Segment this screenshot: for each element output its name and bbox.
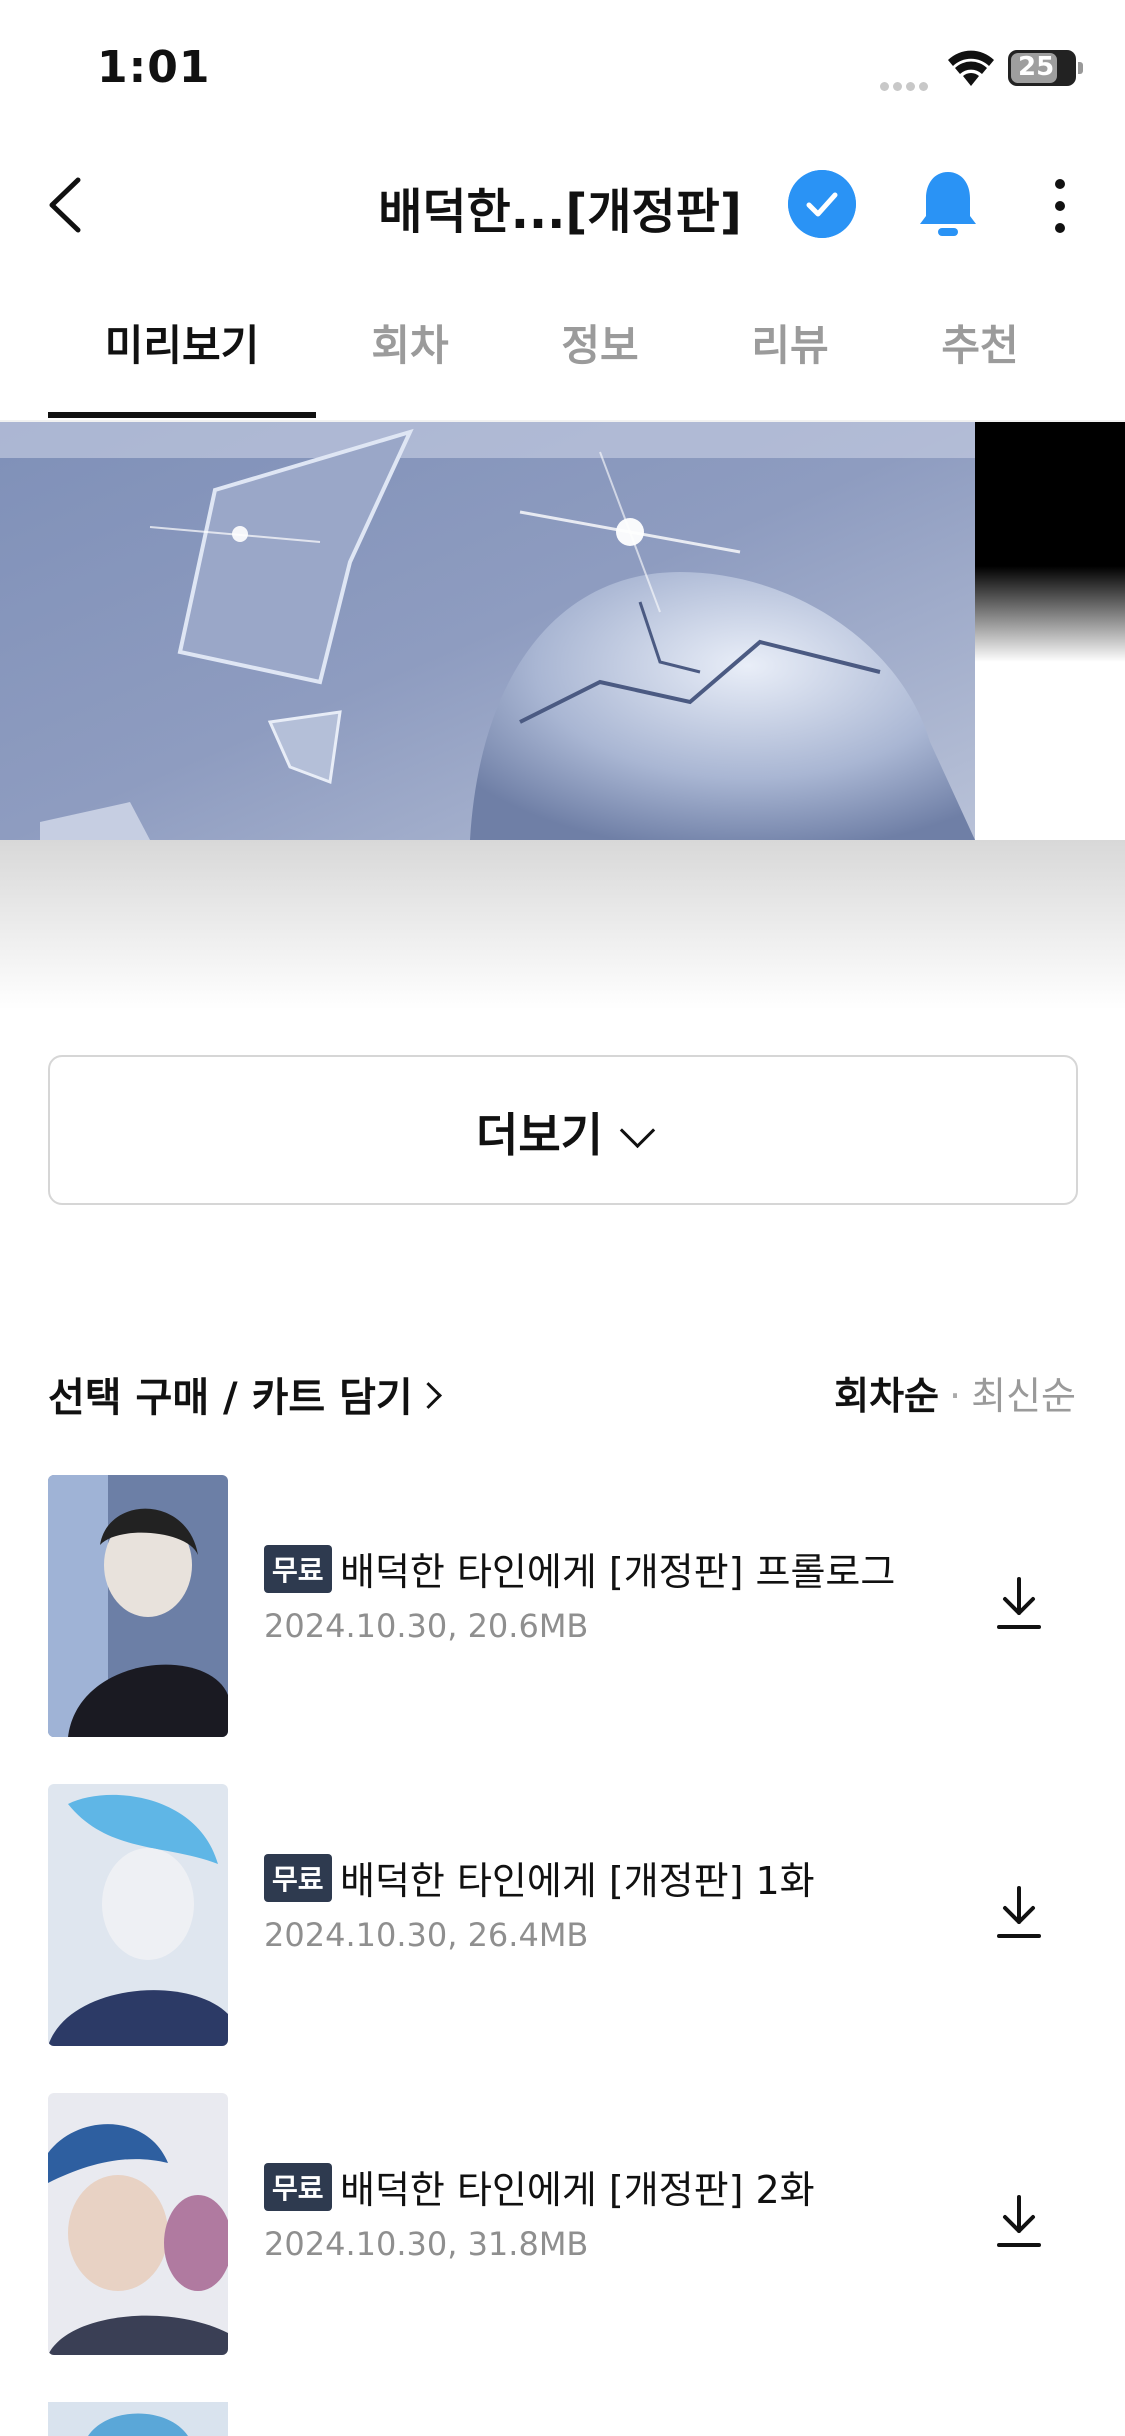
episode-title: 배덕한 타인에게 [개정판] 1화: [340, 1859, 815, 1903]
list-item[interactable]: 무료 배덕한 타인에게 [개정판] 2화 2024.10.30, 31.8MB: [48, 2093, 1078, 2355]
preview-edge: [975, 422, 1125, 662]
tab-info[interactable]: 정보: [540, 312, 660, 373]
wifi-icon: [948, 50, 994, 86]
episode-thumbnail: [48, 1475, 228, 1737]
sort-by-latest[interactable]: 최신순: [971, 1374, 1076, 1418]
check-circle-icon[interactable]: [788, 170, 856, 238]
status-time: 1:01: [97, 42, 211, 93]
episode-thumbnail: [48, 1784, 228, 2046]
episode-meta: 2024.10.30, 26.4MB: [264, 1916, 589, 1954]
sort-separator: ·: [949, 1374, 962, 1418]
tab-active-indicator: [48, 412, 316, 418]
back-icon[interactable]: [40, 170, 100, 240]
download-icon[interactable]: [994, 2193, 1044, 2249]
download-icon[interactable]: [994, 1884, 1044, 1940]
preview-image: [0, 422, 1125, 1010]
page-title: 배덕한...[개정판]: [378, 184, 742, 240]
list-item[interactable]: 무료 배덕한 타인에게 [개정판] 프롤로그 2024.10.30, 20.6M…: [48, 1475, 1078, 1737]
tab-recommend[interactable]: 추천: [920, 312, 1040, 373]
status-bar: 1:01 25: [0, 0, 1125, 140]
preview-artwork: [0, 422, 975, 840]
preview-fade: [0, 840, 1125, 1010]
episode-thumbnail: [48, 2093, 228, 2355]
chevron-down-icon: [619, 1112, 656, 1149]
episode-title: 배덕한 타인에게 [개정판] 2화: [340, 2168, 815, 2212]
episode-meta: 2024.10.30, 20.6MB: [264, 1607, 589, 1645]
tab-reviews[interactable]: 리뷰: [730, 312, 850, 373]
episode-list-header: 선택 구매 / 카트 담기 회차순 · 최신순: [48, 1365, 1076, 1425]
signal-icon: [880, 76, 934, 91]
bell-icon[interactable]: [916, 168, 980, 240]
tab-preview[interactable]: 미리보기: [48, 312, 316, 373]
chevron-right-icon: [414, 1382, 442, 1409]
episode-thumbnail-partial: [48, 2402, 228, 2436]
battery-icon: 25: [1008, 50, 1076, 86]
tab-episodes[interactable]: 회차: [350, 312, 470, 373]
more-vertical-icon[interactable]: [1040, 170, 1080, 242]
sort-by-episode[interactable]: 회차순: [834, 1374, 939, 1418]
more-button-label: 더보기: [476, 1108, 603, 1162]
more-button[interactable]: 더보기: [48, 1055, 1078, 1205]
episode-meta: 2024.10.30, 31.8MB: [264, 2225, 589, 2263]
free-badge: 무료: [264, 1545, 332, 1593]
list-item[interactable]: 무료 배덕한 타인에게 [개정판] 1화 2024.10.30, 26.4MB: [48, 1784, 1078, 2046]
nav-bar: 배덕한...[개정판]: [0, 150, 1125, 260]
select-purchase-link[interactable]: 선택 구매 / 카트 담기: [48, 1365, 442, 1423]
download-icon[interactable]: [994, 1575, 1044, 1631]
select-purchase-label: 선택 구매 / 카트 담기: [48, 1375, 413, 1421]
free-badge: 무료: [264, 2163, 332, 2211]
episode-title: 배덕한 타인에게 [개정판] 프롤로그: [340, 1550, 896, 1594]
battery-level: 25: [1018, 52, 1055, 82]
tab-bar: 미리보기 회차 정보 리뷰 추천: [0, 280, 1125, 422]
free-badge: 무료: [264, 1854, 332, 1902]
more-button-label-wrap: 더보기: [50, 1099, 1076, 1165]
sort-options: 회차순 · 최신순: [834, 1365, 1076, 1420]
